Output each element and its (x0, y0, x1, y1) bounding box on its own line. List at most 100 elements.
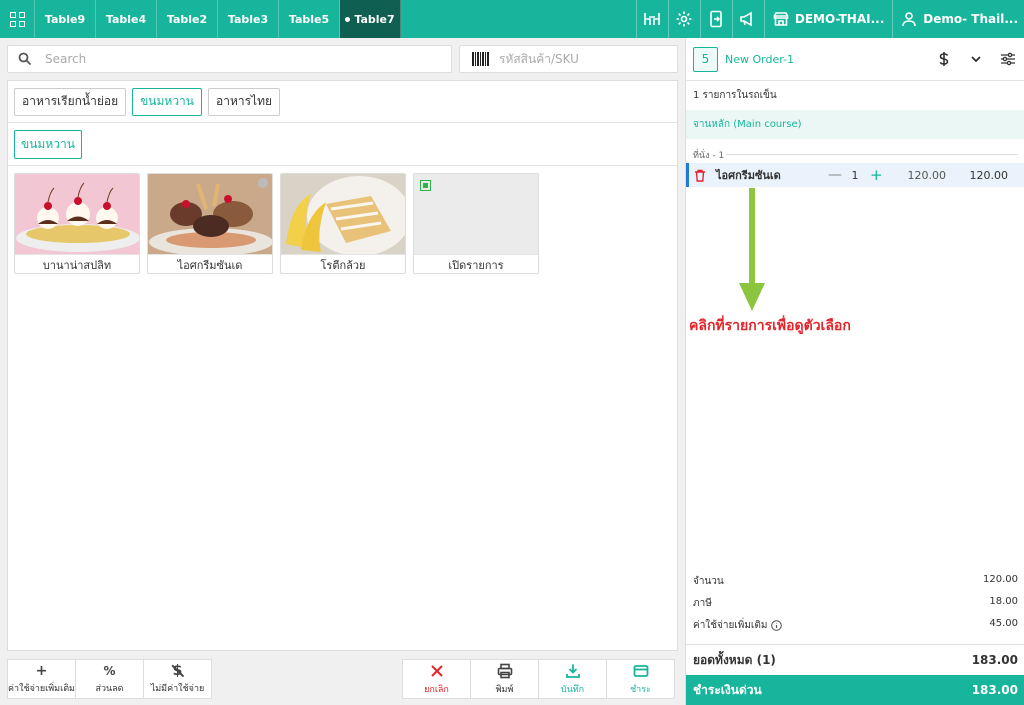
bottom-right-actions: ยกเลิก พิมพ์ บันทึก ชำระ (402, 659, 675, 699)
active-dot-icon (345, 16, 351, 22)
search-placeholder: Search (45, 52, 87, 66)
summary-label: ค่าใช้จ่ายเพิ่มเติม (693, 620, 768, 631)
category-bar: อาหารเรียกน้ำย่อย ขนมหวาน อาหารไทย (8, 81, 677, 123)
user-icon (902, 12, 917, 27)
search-icon (18, 52, 32, 66)
barcode-icon (472, 52, 489, 66)
order-name[interactable]: New Order-1 (725, 53, 928, 66)
check-icon (258, 178, 268, 188)
close-icon (430, 664, 443, 677)
course-header[interactable]: จานหลัก (Main course) (686, 110, 1024, 139)
download-icon (565, 664, 580, 678)
summary-row-tax: ภาษี 18.00 (686, 596, 1024, 611)
user-menu[interactable]: Demo- Thail... (892, 0, 1024, 38)
no-charge-label: ไม่มีค่าใช้จ่าย (150, 683, 205, 694)
order-item-name: ไอศกรีมซันเด (716, 169, 781, 182)
product-panel: อาหารเรียกน้ำย่อย ขนมหวาน อาหารไทย ขนมหว… (7, 80, 678, 651)
store-icon (773, 12, 789, 26)
shop-selector[interactable]: DEMO-THAI... (763, 0, 892, 38)
summary-label: ภาษี (693, 598, 712, 609)
roti-banana-image (281, 174, 405, 254)
plus-icon: + (35, 662, 48, 679)
category-appetizer[interactable]: อาหารเรียกน้ำย่อย (14, 87, 127, 116)
quick-pay-label: ชำระเงินด่วน (693, 682, 762, 697)
product-name: ไอศกรีมซันเด (148, 254, 272, 273)
trash-icon[interactable] (694, 169, 706, 182)
credit-card-icon (633, 664, 648, 677)
tab-table3[interactable]: Table3 (218, 0, 279, 38)
summary-value: 45.00 (989, 618, 1018, 629)
category-dessert[interactable]: ขนมหวาน (132, 87, 202, 116)
product-name: เปิดรายการ (414, 254, 538, 273)
product-card-open-item[interactable]: เปิดรายการ (413, 173, 539, 274)
decrease-qty-button[interactable]: — (828, 167, 842, 183)
veg-indicator-icon (420, 180, 431, 191)
filter-settings-icon[interactable] (992, 51, 1024, 67)
tab-table5[interactable]: Table5 (279, 0, 340, 38)
shop-name: DEMO-THAI... (794, 12, 885, 26)
discount-button[interactable]: % ส่วนลด (75, 659, 144, 699)
user-name: Demo- Thail... (923, 12, 1018, 26)
sundae-image (148, 174, 272, 254)
info-icon[interactable] (771, 620, 783, 631)
tab-table4[interactable]: Table4 (96, 0, 157, 38)
tab-table2[interactable]: Table2 (157, 0, 218, 38)
cancel-label: ยกเลิก (424, 684, 449, 695)
product-card-banana-split[interactable]: บานาน่าสปลิท (14, 173, 140, 274)
summary-row-subtotal: จำนวน 120.00 (686, 574, 1024, 589)
product-name: โรตีกล้วย (281, 254, 405, 273)
annotation-arrow-icon (739, 188, 765, 311)
grand-total-value: 183.00 (971, 653, 1018, 667)
increase-qty-button[interactable]: + (870, 166, 883, 184)
extra-charge-button[interactable]: + ค่าใช้จ่ายเพิ่มเติม (7, 659, 76, 699)
order-item-price: 120.00 (907, 168, 947, 182)
order-item-total: 120.00 (969, 168, 1009, 182)
extra-charge-label: ค่าใช้จ่ายเพิ่มเติม (8, 683, 75, 694)
annotation-text: คลิกที่รายการเพื่อดูตัวเลือก (689, 318, 851, 334)
table-icon[interactable] (635, 0, 668, 38)
pay-button[interactable]: ชำระ (606, 659, 675, 699)
product-card-sundae[interactable]: ไอศกรีมซันเด (147, 173, 273, 274)
save-button[interactable]: บันทึก (538, 659, 607, 699)
quick-pay-button[interactable]: ชำระเงินด่วน 183.00 (686, 675, 1024, 705)
sku-input[interactable]: รหัสสินค้า/SKU (459, 45, 678, 73)
product-card-roti-banana[interactable]: โรตีกล้วย (280, 173, 406, 274)
order-number[interactable]: 5 (693, 46, 718, 72)
bottom-left-actions: + ค่าใช้จ่ายเพิ่มเติม % ส่วนลด $ ไม่มีค่… (7, 659, 212, 699)
summary-row-extra-charge: ค่าใช้จ่ายเพิ่มเติม 45.00 (686, 618, 1024, 633)
chevron-down-icon[interactable] (960, 51, 992, 67)
percent-icon: % (103, 663, 116, 678)
pay-label: ชำระ (630, 684, 651, 695)
product-grid: บานาน่าสปลิท ไอศกรีมซันเด โรตีกล้วย เปิด… (14, 173, 539, 274)
seat-label: ที่นั่ง - 1 (693, 151, 725, 161)
tab-table7-label: Table7 (354, 12, 395, 26)
search-input[interactable]: Search (7, 45, 452, 73)
print-label: พิมพ์ (495, 684, 514, 695)
discount-label: ส่วนลด (95, 683, 124, 694)
tab-table9[interactable]: Table9 (35, 0, 96, 38)
subcategory-dessert[interactable]: ขนมหวาน (14, 129, 82, 159)
megaphone-icon[interactable] (731, 0, 764, 38)
grand-total-label: ยอดทั้งหมด (1) (693, 652, 776, 667)
subcategory-bar: ขนมหวาน (8, 123, 677, 166)
no-charge-button[interactable]: $ ไม่มีค่าใช้จ่าย (143, 659, 212, 699)
product-name: บานาน่าสปลิท (15, 254, 139, 273)
category-thai-food[interactable]: อาหารไทย (208, 87, 281, 116)
no-dollar-icon: $ (171, 664, 184, 678)
dollar-icon[interactable] (928, 51, 960, 67)
open-item-image (414, 174, 538, 254)
tab-table7[interactable]: Table7 (340, 0, 401, 38)
banana-split-image (15, 174, 139, 254)
device-transfer-icon[interactable] (699, 0, 732, 38)
top-bar: Table9 Table4 Table2 Table3 Table5 Table… (0, 0, 1024, 38)
gear-icon[interactable] (667, 0, 700, 38)
order-panel: 5 New Order-1 1 รายการในรถเข็น จานหลัก (… (685, 38, 1024, 705)
grand-total-row: ยอดทั้งหมด (1) 183.00 (686, 644, 1024, 675)
order-item-qty: 1 (851, 168, 859, 182)
apps-grid-icon[interactable] (0, 0, 35, 38)
cancel-button[interactable]: ยกเลิก (402, 659, 471, 699)
printer-icon (497, 663, 512, 678)
sku-placeholder: รหัสสินค้า/SKU (499, 51, 579, 66)
print-button[interactable]: พิมพ์ (470, 659, 539, 699)
order-item-row[interactable]: ไอศกรีมซันเด — 1 + 120.00 120.00 (686, 163, 1024, 187)
